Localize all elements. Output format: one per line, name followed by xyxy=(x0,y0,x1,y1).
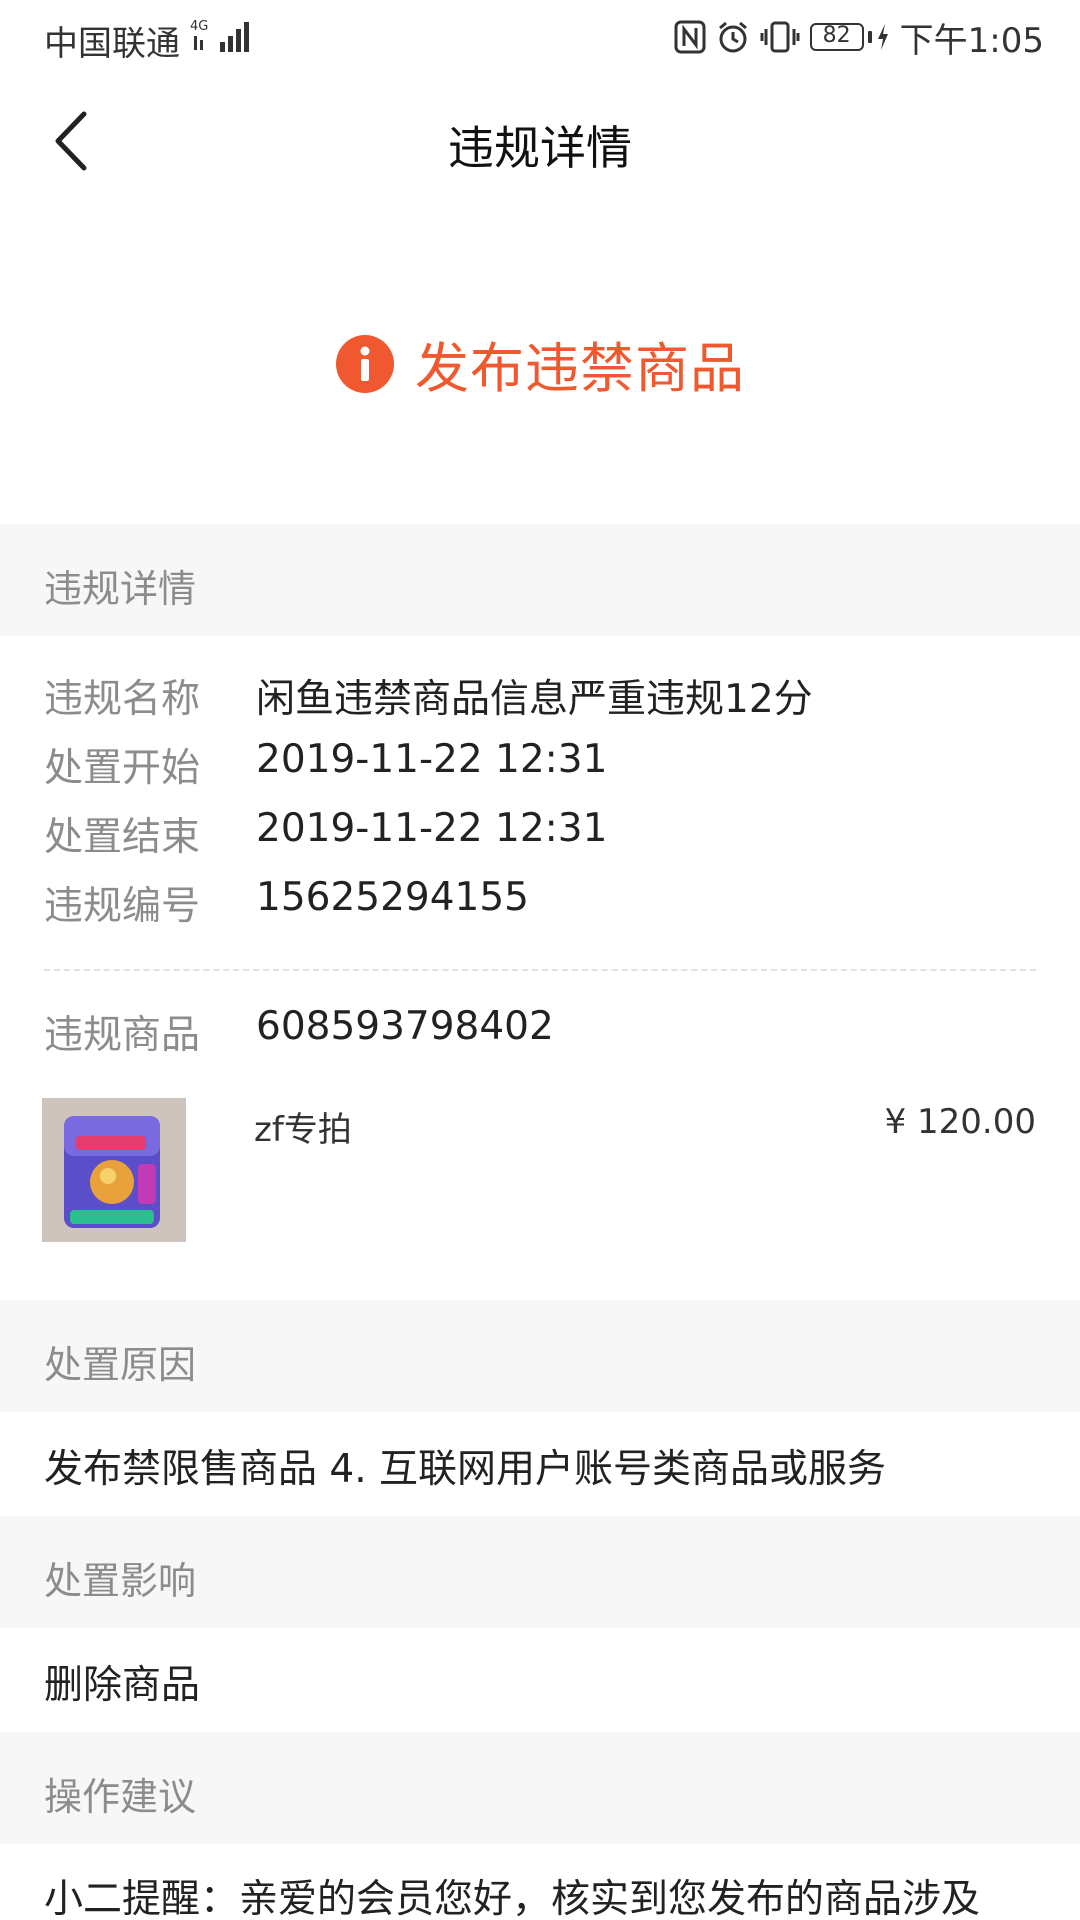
detail-value: 2019-11-22 12:31 xyxy=(256,737,608,782)
detail-key: 处置开始 xyxy=(44,746,201,791)
nav-bar: 违规详情 xyxy=(0,76,1080,206)
vibrate-icon xyxy=(760,21,800,53)
section-header-impact: 处置影响 xyxy=(0,1516,1080,1628)
page-title: 违规详情 xyxy=(448,121,632,175)
network-type-label: 4G xyxy=(190,19,208,34)
section-title: 违规详情 xyxy=(44,567,197,611)
nfc-icon xyxy=(674,20,706,54)
detail-value: 15625294155 xyxy=(256,875,529,920)
carrier-label: 中国联通 xyxy=(44,24,180,64)
battery-level: 82 xyxy=(809,23,864,51)
detail-value: 闲鱼违禁商品信息严重违规12分 xyxy=(256,677,813,722)
charging-icon xyxy=(877,24,888,50)
product-image-icon xyxy=(42,1098,186,1242)
product-price: ¥ 120.00 xyxy=(884,1102,1036,1142)
section-header-reason: 处置原因 xyxy=(0,1300,1080,1412)
detail-key: 处置结束 xyxy=(44,815,201,860)
signal-icon: 4G xyxy=(190,19,249,52)
detail-value: 2019-11-22 12:31 xyxy=(256,806,608,851)
detail-key: 违规名称 xyxy=(44,677,201,722)
info-icon xyxy=(336,334,394,393)
clock: 下午1:05 xyxy=(899,20,1044,61)
section-title: 操作建议 xyxy=(44,1775,197,1819)
violation-detail-card: 违规名称 闲鱼违禁商品信息严重违规12分 处置开始 2019-11-22 12:… xyxy=(0,636,1080,1300)
detail-key: 违规商品 xyxy=(44,1013,201,1058)
section-header-advice: 操作建议 xyxy=(0,1732,1080,1844)
reason-block: 发布禁限售商品 4. 互联网用户账号类商品或服务 xyxy=(0,1412,1080,1516)
impact-block: 删除商品 xyxy=(0,1628,1080,1732)
advice-block: 小二提醒：亲爱的会员您好，核实到您发布的商品涉及 xyxy=(0,1844,1080,1920)
alarm-icon xyxy=(718,21,747,53)
violation-type: 发布违禁商品 xyxy=(415,337,745,400)
violation-banner: 发布违禁商品 xyxy=(0,206,1080,524)
section-title: 处置原因 xyxy=(44,1343,197,1387)
divider xyxy=(44,969,1036,971)
product-name[interactable]: zf专拍 xyxy=(254,1102,352,1151)
detail-key: 违规编号 xyxy=(44,884,201,929)
product-thumbnail[interactable] xyxy=(42,1098,186,1242)
battery-icon: 82 xyxy=(809,23,890,51)
section-title: 处置影响 xyxy=(44,1559,197,1603)
advice-text: 小二提醒：亲爱的会员您好，核实到您发布的商品涉及 xyxy=(44,1877,981,1920)
reason-text: 发布禁限售商品 4. 互联网用户账号类商品或服务 xyxy=(44,1447,887,1492)
item-id: 608593798402 xyxy=(256,1004,554,1049)
status-bar: 中国联通 4G 82 下午1:05 xyxy=(0,0,1080,76)
impact-text: 删除商品 xyxy=(44,1663,201,1708)
section-header-details: 违规详情 xyxy=(0,524,1080,636)
